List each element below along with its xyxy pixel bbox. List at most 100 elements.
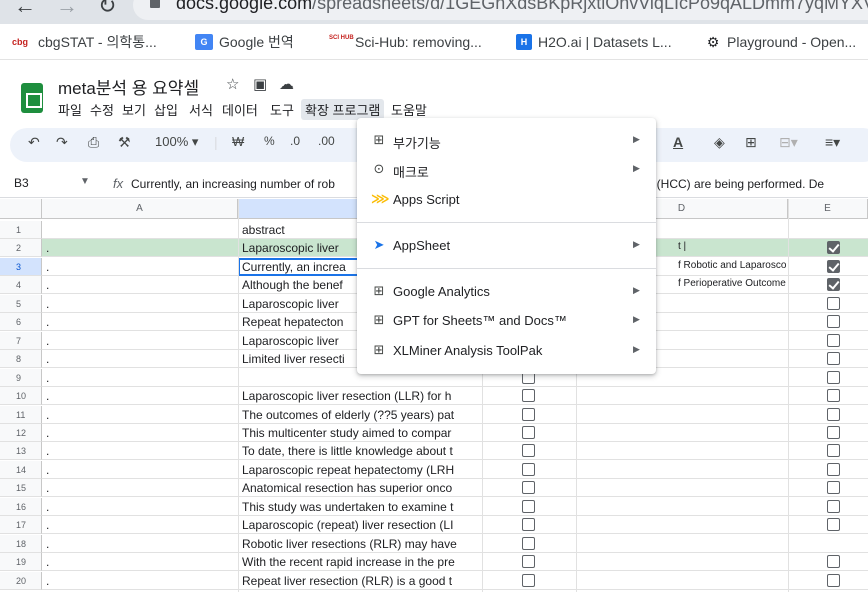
cell-a[interactable]: . — [46, 260, 49, 274]
back-icon[interactable]: ← — [14, 0, 36, 19]
checkbox[interactable] — [522, 500, 535, 513]
checkbox[interactable] — [827, 334, 840, 347]
sheets-logo-icon[interactable] — [21, 83, 43, 113]
row-header[interactable]: 14 — [0, 461, 42, 479]
forward-icon[interactable]: → — [56, 0, 78, 19]
cell-a[interactable]: . — [46, 444, 49, 458]
cell-a[interactable]: . — [46, 389, 49, 403]
menu-item-gpt-for-sheets[interactable]: ⊞ GPT for Sheets™ and Docs™ ▶ — [357, 308, 656, 334]
row-header[interactable]: 19 — [0, 553, 42, 571]
menu-item-appsheet[interactable]: ➤ AppSheet ▶ — [357, 233, 656, 259]
increase-decimal-button[interactable]: .00 — [318, 134, 335, 148]
merge-cells-icon[interactable]: ⊟▾ — [779, 134, 798, 151]
reload-icon[interactable]: ↻ — [98, 0, 116, 19]
cell-a[interactable]: . — [46, 537, 49, 551]
decrease-decimal-button[interactable]: .0 — [290, 134, 300, 148]
cell-b[interactable]: Laparoscopic (repeat) liver resection (L… — [242, 518, 486, 532]
row-header[interactable]: 4 — [0, 276, 42, 294]
row-header[interactable]: 8 — [0, 350, 42, 368]
cell-d[interactable]: f Robotic and Laparosco — [678, 260, 830, 271]
menu-item-addons[interactable]: ⊞ 부가기능 ▶ — [357, 128, 656, 154]
cell-a[interactable]: . — [46, 574, 49, 588]
checkbox[interactable] — [827, 408, 840, 421]
bookmark-playground[interactable]: ⚙ Playground - Open... — [705, 33, 856, 51]
row-header[interactable]: 12 — [0, 424, 42, 442]
print-icon[interactable]: ⎙ — [88, 134, 99, 151]
cell-d[interactable]: f Perioperative Outcome — [678, 278, 830, 289]
checkbox[interactable] — [827, 352, 840, 365]
checkbox[interactable] — [522, 408, 535, 421]
doc-title[interactable]: meta분석 용 요약셀 — [58, 74, 199, 99]
checkbox[interactable] — [827, 315, 840, 328]
cell-a[interactable]: . — [46, 408, 49, 422]
cell-a[interactable]: . — [46, 426, 49, 440]
menu-view[interactable]: 보기 — [118, 99, 150, 120]
bookmark-scihub[interactable]: SCI HUB Sci-Hub: removing... — [329, 33, 482, 51]
cell-a[interactable]: . — [46, 463, 49, 477]
cell-a[interactable]: . — [46, 241, 49, 255]
menu-format[interactable]: 서식 — [185, 99, 217, 120]
checkbox[interactable] — [827, 278, 840, 291]
row-header[interactable]: 18 — [0, 535, 42, 553]
cell-b[interactable]: To date, there is little knowledge about… — [242, 444, 486, 458]
row-header[interactable]: 6 — [0, 313, 42, 331]
cell-b[interactable]: Laparoscopic repeat hepatectomy (LRH — [242, 463, 486, 477]
checkbox[interactable] — [827, 463, 840, 476]
cell-a[interactable]: . — [46, 500, 49, 514]
checkbox[interactable] — [827, 426, 840, 439]
row-header[interactable]: 1 — [0, 221, 42, 239]
row-header[interactable]: 10 — [0, 387, 42, 405]
checkbox[interactable] — [827, 371, 840, 384]
cloud-status-icon[interactable]: ☁ — [279, 75, 294, 93]
column-header-a[interactable]: A — [42, 199, 238, 219]
menu-item-macros[interactable]: ⊙ 매크로 ▶ — [357, 157, 656, 183]
row-header[interactable]: 5 — [0, 295, 42, 313]
cell-b[interactable]: The outcomes of elderly (??5 years) pat — [242, 408, 486, 422]
menu-item-apps-script[interactable]: ⋙ Apps Script — [357, 187, 656, 213]
row-header[interactable]: 20 — [0, 572, 42, 590]
checkbox[interactable] — [522, 463, 535, 476]
name-box-dropdown-icon[interactable]: ▼ — [80, 176, 90, 187]
undo-icon[interactable]: ↶ — [28, 134, 40, 151]
checkbox[interactable] — [522, 426, 535, 439]
row-header[interactable]: 3 — [0, 258, 42, 276]
fill-color-icon[interactable]: ◈ — [714, 134, 725, 151]
cell-b[interactable]: This study was undertaken to examine t — [242, 500, 486, 514]
checkbox[interactable] — [827, 518, 840, 531]
formula-input[interactable]: Currently, an increasing number of rob — [131, 177, 335, 191]
row-header[interactable]: 11 — [0, 406, 42, 424]
checkbox[interactable] — [522, 537, 535, 550]
cell-a[interactable]: . — [46, 518, 49, 532]
borders-icon[interactable]: ⊞ — [745, 134, 757, 151]
checkbox[interactable] — [827, 389, 840, 402]
bookmark-google-translate[interactable]: G Google 번역 — [195, 33, 294, 51]
text-color-icon[interactable]: A — [673, 134, 683, 150]
cell-a[interactable]: . — [46, 334, 49, 348]
column-header-e[interactable]: E — [788, 199, 868, 219]
cell-a[interactable]: . — [46, 297, 49, 311]
redo-icon[interactable]: ↷ — [56, 134, 68, 151]
checkbox[interactable] — [522, 481, 535, 494]
move-folder-icon[interactable]: ▣ — [253, 75, 267, 93]
row-header[interactable]: 17 — [0, 516, 42, 534]
menu-extensions[interactable]: 확장 프로그램 — [301, 99, 385, 120]
checkbox[interactable] — [827, 260, 840, 273]
bookmark-cbgstat[interactable]: cbg cbgSTAT - 의학통... — [8, 33, 157, 51]
menu-tools[interactable]: 도구 — [266, 99, 298, 120]
zoom-select[interactable]: 100% ▾ — [155, 134, 198, 150]
name-box[interactable]: B3 — [14, 176, 29, 190]
row-header[interactable]: 16 — [0, 498, 42, 516]
cell-a[interactable]: . — [46, 555, 49, 569]
align-icon[interactable]: ≡▾ — [825, 134, 840, 151]
cell-b[interactable]: Anatomical resection has superior onco — [242, 481, 486, 495]
cell-b[interactable]: Laparoscopic liver resection (LLR) for h — [242, 389, 486, 403]
checkbox[interactable] — [827, 555, 840, 568]
cell-b[interactable]: This multicenter study aimed to compar — [242, 426, 486, 440]
url-text[interactable]: docs.google.com/spreadsheets/d/1GEGhXdsB… — [176, 0, 868, 14]
checkbox[interactable] — [522, 518, 535, 531]
cell-a[interactable]: . — [46, 481, 49, 495]
currency-format-button[interactable]: ₩ — [232, 134, 244, 149]
row-header[interactable]: 7 — [0, 332, 42, 350]
cell-a[interactable]: . — [46, 352, 49, 366]
menu-data[interactable]: 데이터 — [218, 99, 262, 120]
